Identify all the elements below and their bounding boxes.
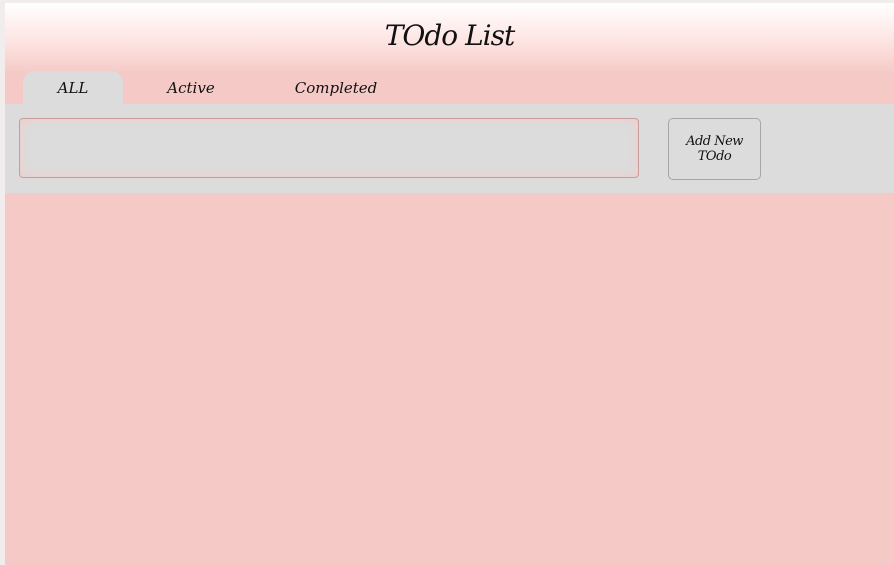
tab-all[interactable]: ALL [23, 71, 123, 105]
header: TOdo List [5, 3, 894, 73]
filter-tabs: ALL Active Completed [5, 71, 894, 105]
add-todo-panel: Add New TOdo [5, 104, 894, 193]
todo-input[interactable] [19, 118, 639, 178]
tab-completed[interactable]: Completed [275, 71, 397, 105]
todo-app: TOdo List ALL Active Completed Add New T… [5, 3, 894, 565]
tab-active[interactable]: Active [141, 71, 241, 105]
add-todo-button[interactable]: Add New TOdo [668, 118, 761, 180]
page-title: TOdo List [384, 19, 515, 52]
